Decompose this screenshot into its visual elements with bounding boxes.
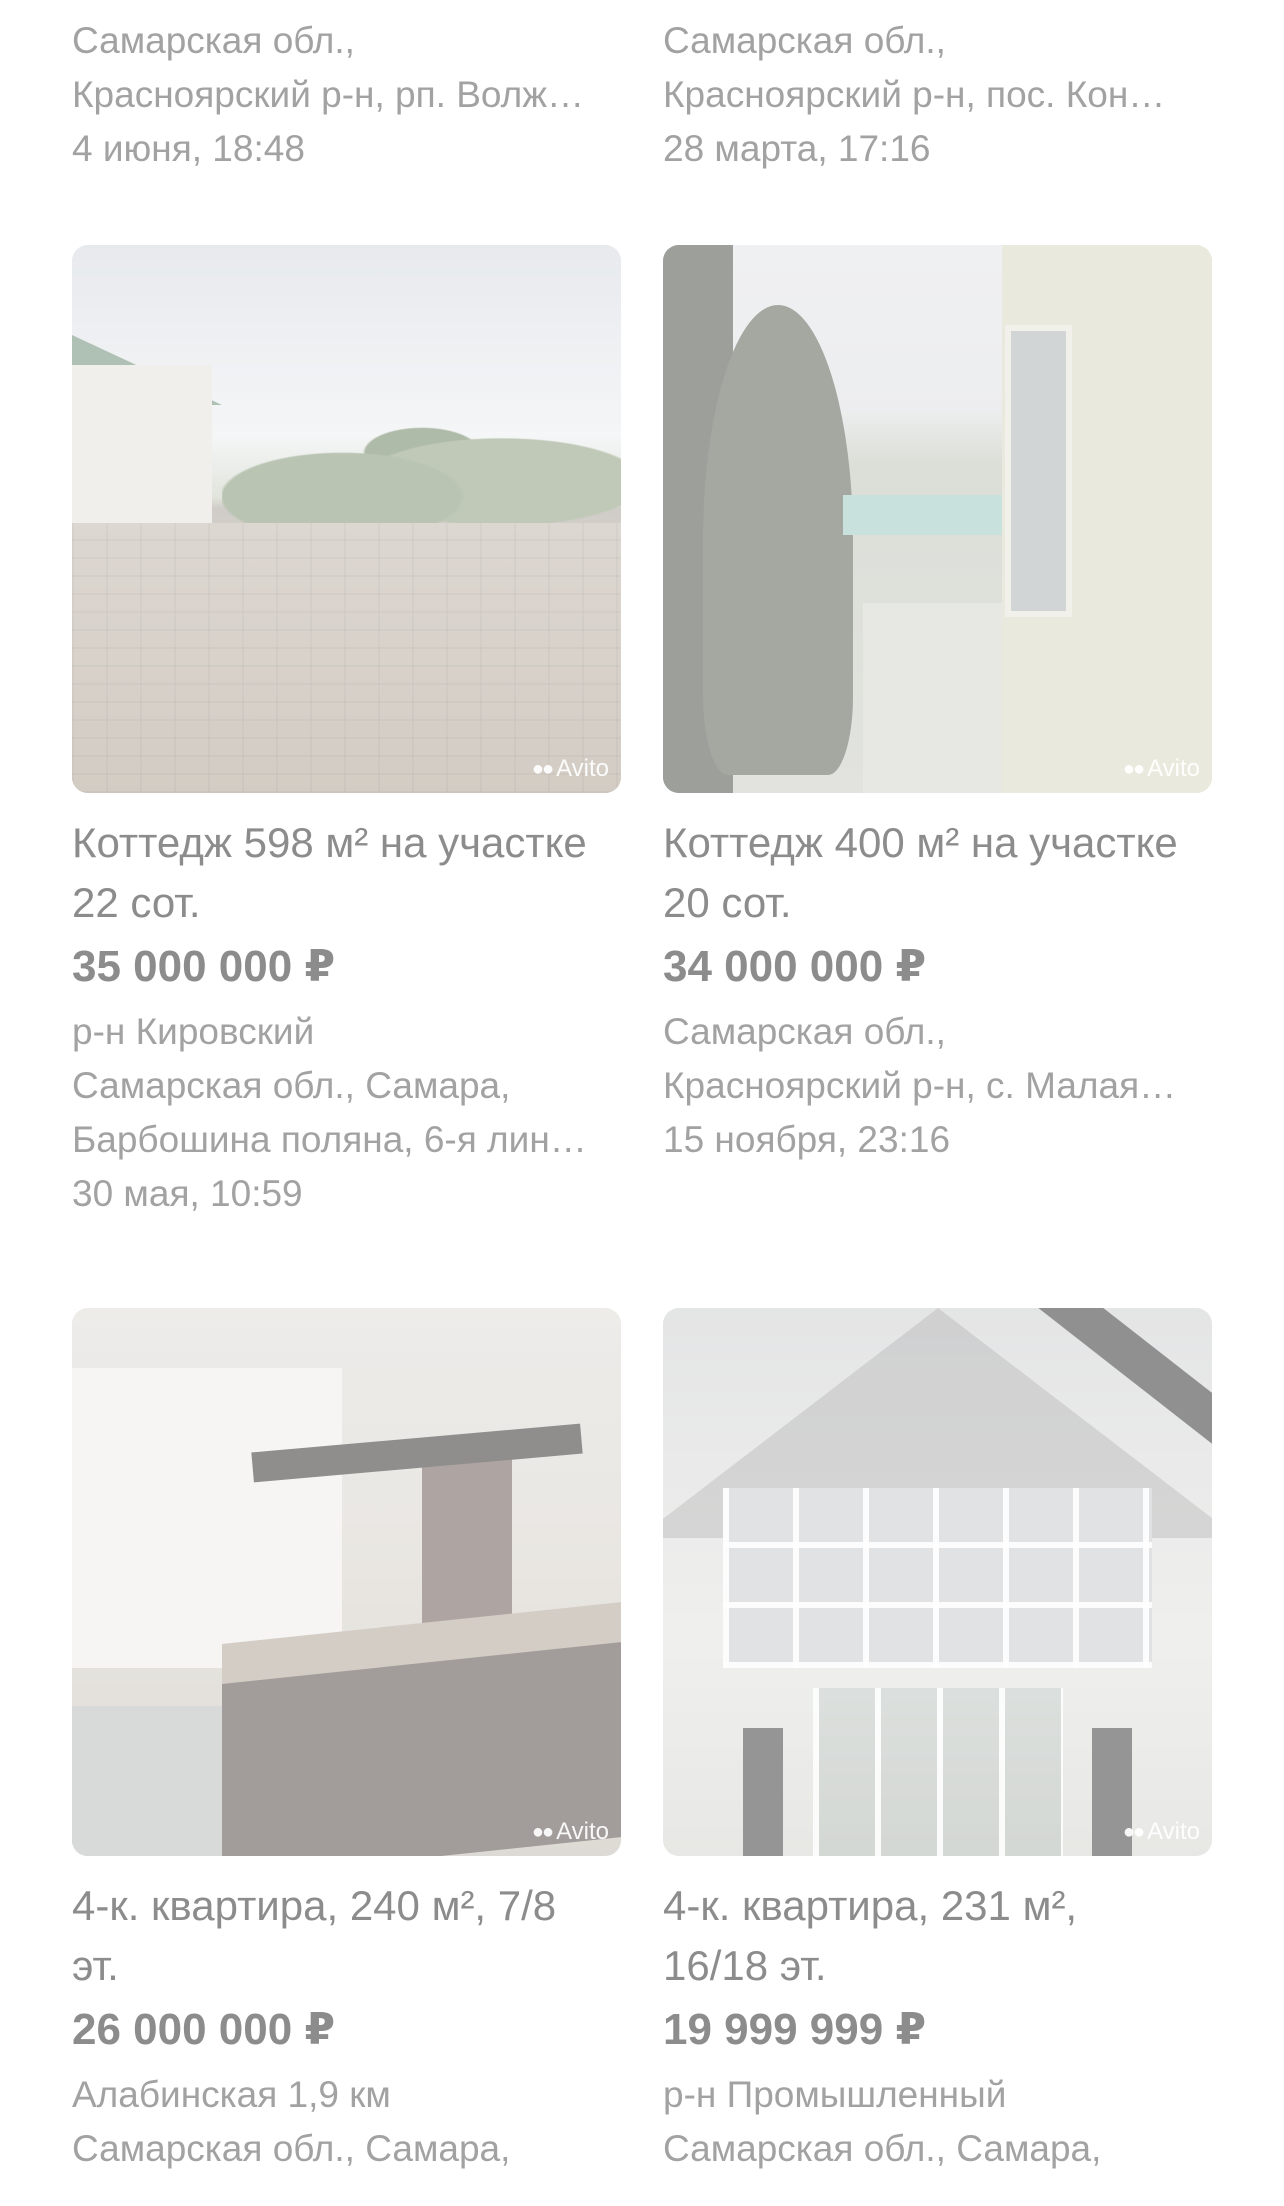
avito-watermark: ●● Avito	[531, 755, 609, 782]
listing-address-line: Самарская обл., Самара,	[72, 2128, 511, 2169]
avito-logo-icon: ●●	[531, 1820, 554, 1843]
listing-title[interactable]: 4-к. квартира, 231 м², 16/18 эт.	[663, 1876, 1183, 1996]
listing-address-line: Барбошина поляна, 6-я лин…	[72, 1119, 587, 1160]
listing-card[interactable]: ●● Avito 4-к. квартира, 231 м², 16/18 эт…	[663, 1308, 1212, 2176]
listing-date: 30 мая, 10:59	[72, 1173, 303, 1214]
listing-address-line: Красноярский р-н, пос. Кон…	[663, 74, 1166, 115]
listing-title[interactable]: Коттедж 598 м² на участке 22 сот.	[72, 813, 592, 933]
listing-address-line: Самарская обл., Самара,	[663, 2128, 1102, 2169]
listing-card[interactable]: Самарская обл., Красноярский р-н, рп. Во…	[72, 14, 621, 176]
listing-district: р-н Промышленный	[663, 2074, 1007, 2115]
listing-photo[interactable]: ●● Avito	[72, 1308, 621, 1856]
listing-card[interactable]: ●● Avito Коттедж 598 м² на участке 22 со…	[72, 245, 621, 1221]
listing-feed: Самарская обл., Красноярский р-н, рп. Во…	[0, 0, 1284, 2206]
listing-address-line: Самарская обл.,	[663, 20, 946, 61]
listing-title[interactable]: Коттедж 400 м² на участке 20 сот.	[663, 813, 1183, 933]
listing-card[interactable]: Самарская обл., Красноярский р-н, пос. К…	[663, 14, 1212, 176]
listing-price: 19 999 999 ₽	[663, 2005, 927, 2054]
listing-metro-distance: Алабинская 1,9 км	[72, 2074, 391, 2115]
listing-photo[interactable]: ●● Avito	[663, 1308, 1212, 1856]
listing-date: 28 марта, 17:16	[663, 128, 931, 169]
avito-watermark: ●● Avito	[531, 1818, 609, 1845]
listing-address-line: Самарская обл.,	[663, 1011, 946, 1052]
listing-photo[interactable]: ●● Avito	[72, 245, 621, 793]
listing-card[interactable]: ●● Avito Коттедж 400 м² на участке 20 со…	[663, 245, 1212, 1167]
listing-price: 35 000 000 ₽	[72, 942, 336, 991]
listing-card[interactable]: ●● Avito 4-к. квартира, 240 м², 7/8 эт. …	[72, 1308, 621, 2176]
avito-logo-icon: ●●	[1122, 757, 1145, 780]
avito-watermark: ●● Avito	[1122, 755, 1200, 782]
listing-address-line: Красноярский р-н, с. Малая…	[663, 1065, 1177, 1106]
listing-photo[interactable]: ●● Avito	[663, 245, 1212, 793]
listing-price: 34 000 000 ₽	[663, 942, 927, 991]
listing-address-line: Самарская обл., Самара,	[72, 1065, 511, 1106]
listing-title[interactable]: 4-к. квартира, 240 м², 7/8 эт.	[72, 1876, 592, 1996]
listing-date: 15 ноября, 23:16	[663, 1119, 951, 1160]
avito-logo-icon: ●●	[1122, 1820, 1145, 1843]
listing-district: р-н Кировский	[72, 1011, 315, 1052]
avito-logo-icon: ●●	[531, 757, 554, 780]
listing-address-line: Самарская обл.,	[72, 20, 355, 61]
listing-address-line: Красноярский р-н, рп. Волж…	[72, 74, 584, 115]
listing-date: 4 июня, 18:48	[72, 128, 305, 169]
avito-watermark: ●● Avito	[1122, 1818, 1200, 1845]
listing-price: 26 000 000 ₽	[72, 2005, 336, 2054]
